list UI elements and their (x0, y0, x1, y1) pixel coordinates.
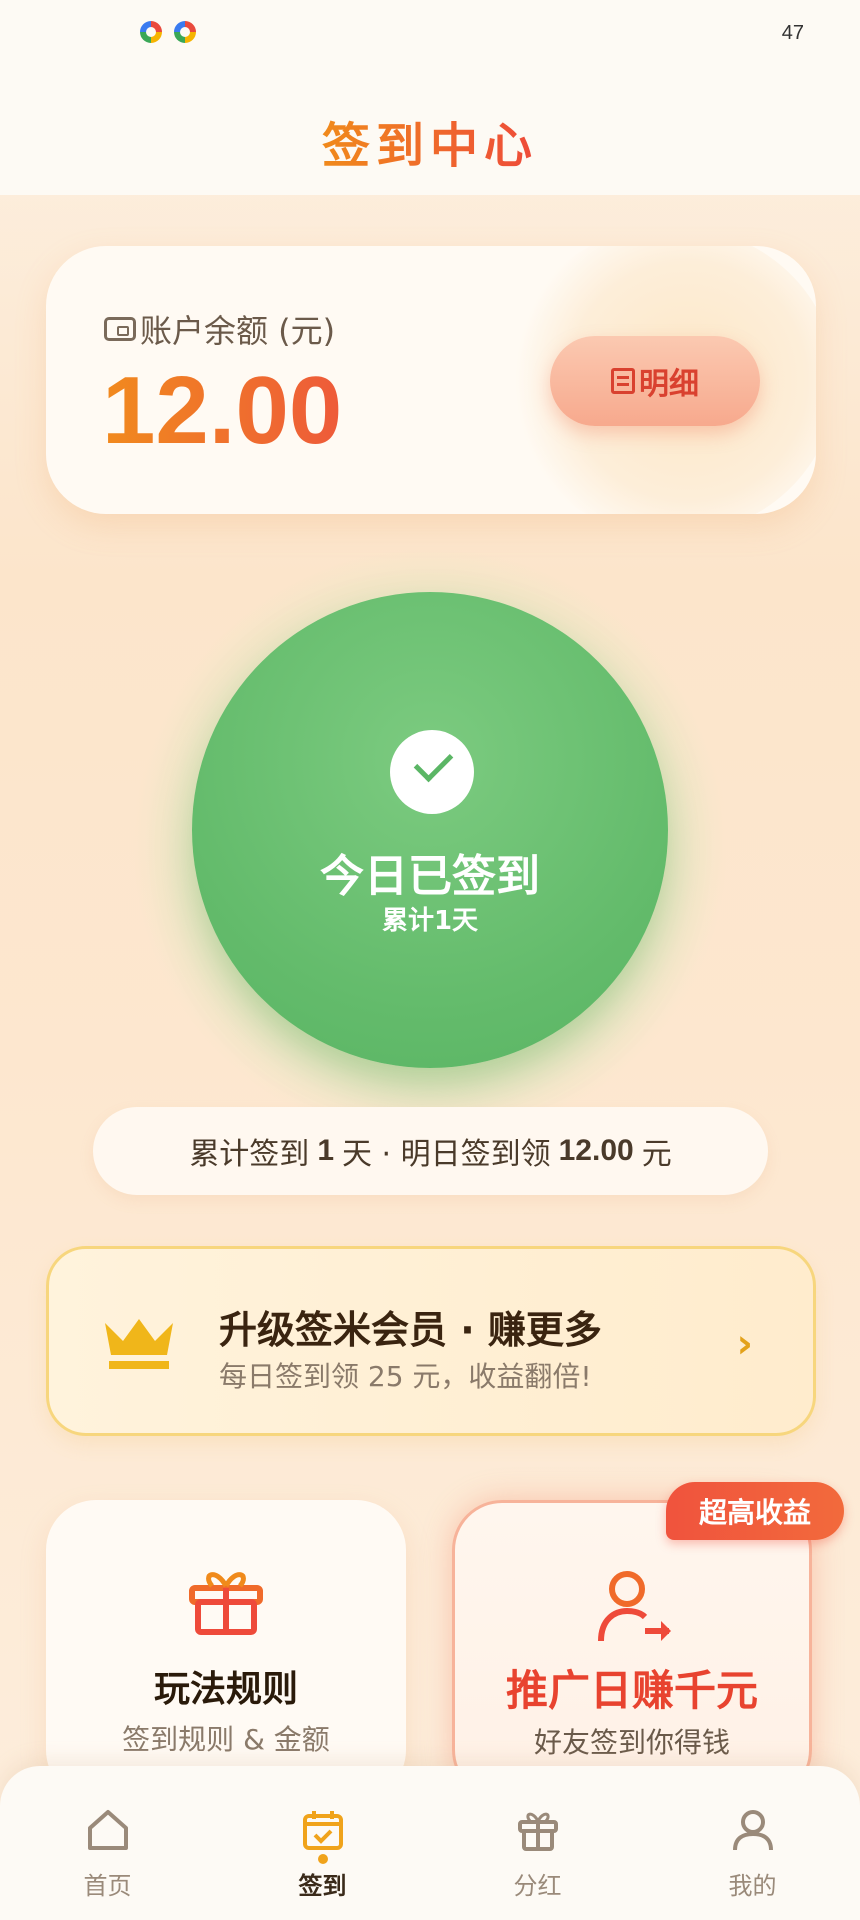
sign-status: 今日已签到 (320, 851, 540, 902)
detail-button[interactable]: 明细 (550, 336, 760, 426)
page-title: 签到中心 (322, 106, 538, 176)
nav-item-signin[interactable]: 签到 (215, 1766, 430, 1920)
rules-card[interactable]: 玩法规则 签到规则 & 金额 (46, 1500, 406, 1800)
promo-title: 推广日赚千元 (505, 1666, 758, 1715)
nav-item-dividend[interactable]: 分红 (430, 1766, 645, 1920)
chevron-right-icon: › (736, 1321, 753, 1367)
calendar-check-icon (302, 1811, 343, 1850)
summary-prefix: 累计签到 (189, 1137, 310, 1172)
nav-label: 我的 (728, 1872, 777, 1900)
vip-title: 升级签米会员 · 赚更多 (219, 1308, 602, 1352)
wallet-icon (104, 317, 136, 341)
detail-button-label: 明细 (639, 367, 699, 402)
promo-subtitle: 好友签到你得钱 (533, 1726, 730, 1759)
nav-label: 签到 (298, 1872, 347, 1900)
gift-icon (189, 1572, 263, 1635)
app-notification-icon (140, 21, 162, 43)
status-time: 47 (781, 22, 804, 44)
status-bar: 47 (0, 0, 860, 70)
summary-reward: 12.00 (558, 1134, 634, 1167)
balance-card: 账户余额 (元) 12.00 明细 (46, 246, 816, 514)
nav-item-home[interactable]: 首页 (0, 1766, 215, 1920)
gift-icon (517, 1812, 558, 1851)
nav-label: 首页 (83, 1872, 132, 1900)
balance-label: 账户余额 (元) (104, 306, 335, 352)
balance-amount: 12.00 (102, 357, 343, 464)
user-icon (732, 1810, 773, 1851)
nav-label: 分红 (513, 1872, 562, 1900)
summary-days: 1 (317, 1134, 334, 1167)
home-icon (87, 1810, 128, 1850)
list-icon (611, 368, 635, 394)
active-indicator (317, 1854, 328, 1864)
summary-middle: 天 · 明日签到领 (342, 1137, 551, 1172)
sign-in-button[interactable] (192, 592, 668, 1068)
rules-subtitle: 签到规则 & 金额 (122, 1723, 330, 1756)
summary-suffix: 元 (641, 1137, 672, 1172)
check-icon (390, 730, 474, 814)
vip-banner[interactable]: 升级签米会员 · 赚更多 每日签到领 25 元，收益翻倍! › (46, 1246, 816, 1436)
nav-item-mine[interactable]: 我的 (645, 1766, 860, 1920)
vip-subtitle: 每日签到领 25 元，收益翻倍! (219, 1360, 592, 1393)
balance-label-text: 账户余额 (元) (140, 312, 336, 350)
app-notification-icon (174, 21, 196, 43)
promo-card[interactable]: 推广日赚千元 好友签到你得钱 (452, 1500, 812, 1800)
page-header: 签到中心 (0, 70, 860, 195)
sign-cumulative: 累计1天 (381, 906, 479, 936)
user-share-icon (598, 1571, 671, 1642)
sign-summary: 累计签到 1 天 · 明日签到领 12.00 元 (93, 1107, 768, 1195)
rules-title: 玩法规则 (153, 1669, 298, 1710)
crown-icon (105, 1319, 173, 1369)
bottom-nav: 首页 签到 分红 我的 (0, 1766, 860, 1920)
hot-badge: 超高收益 (666, 1482, 844, 1540)
